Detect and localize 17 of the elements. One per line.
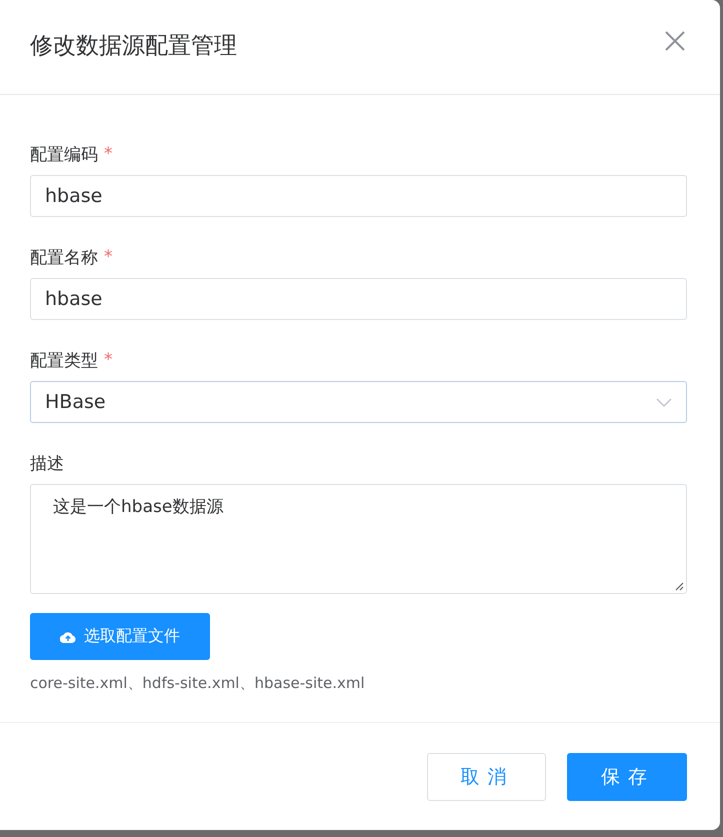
- textarea-field[interactable]: 这是一个hbase数据源: [30, 484, 687, 594]
- close-button[interactable]: [664, 30, 686, 52]
- field-label: 描述: [30, 452, 64, 474]
- input-field[interactable]: hbase: [30, 278, 687, 320]
- required-mark: *: [104, 247, 112, 267]
- field-label: 配置编码: [30, 144, 98, 166]
- field-label: 配置类型: [30, 350, 98, 372]
- required-mark: *: [104, 144, 112, 164]
- dialog-title: 修改数据源配置管理: [30, 32, 237, 60]
- file-list-text: core-site.xml、hdfs-site.xml、hbase-site.xml: [30, 674, 366, 693]
- cloud-upload-icon: [60, 630, 76, 642]
- select-field[interactable]: HBase: [30, 381, 687, 423]
- chevron-down-icon: [656, 398, 672, 406]
- input-field[interactable]: hbase: [30, 175, 687, 217]
- required-mark: *: [104, 350, 112, 370]
- field-label: 配置名称: [30, 246, 98, 268]
- resize-handle-icon: [675, 582, 684, 591]
